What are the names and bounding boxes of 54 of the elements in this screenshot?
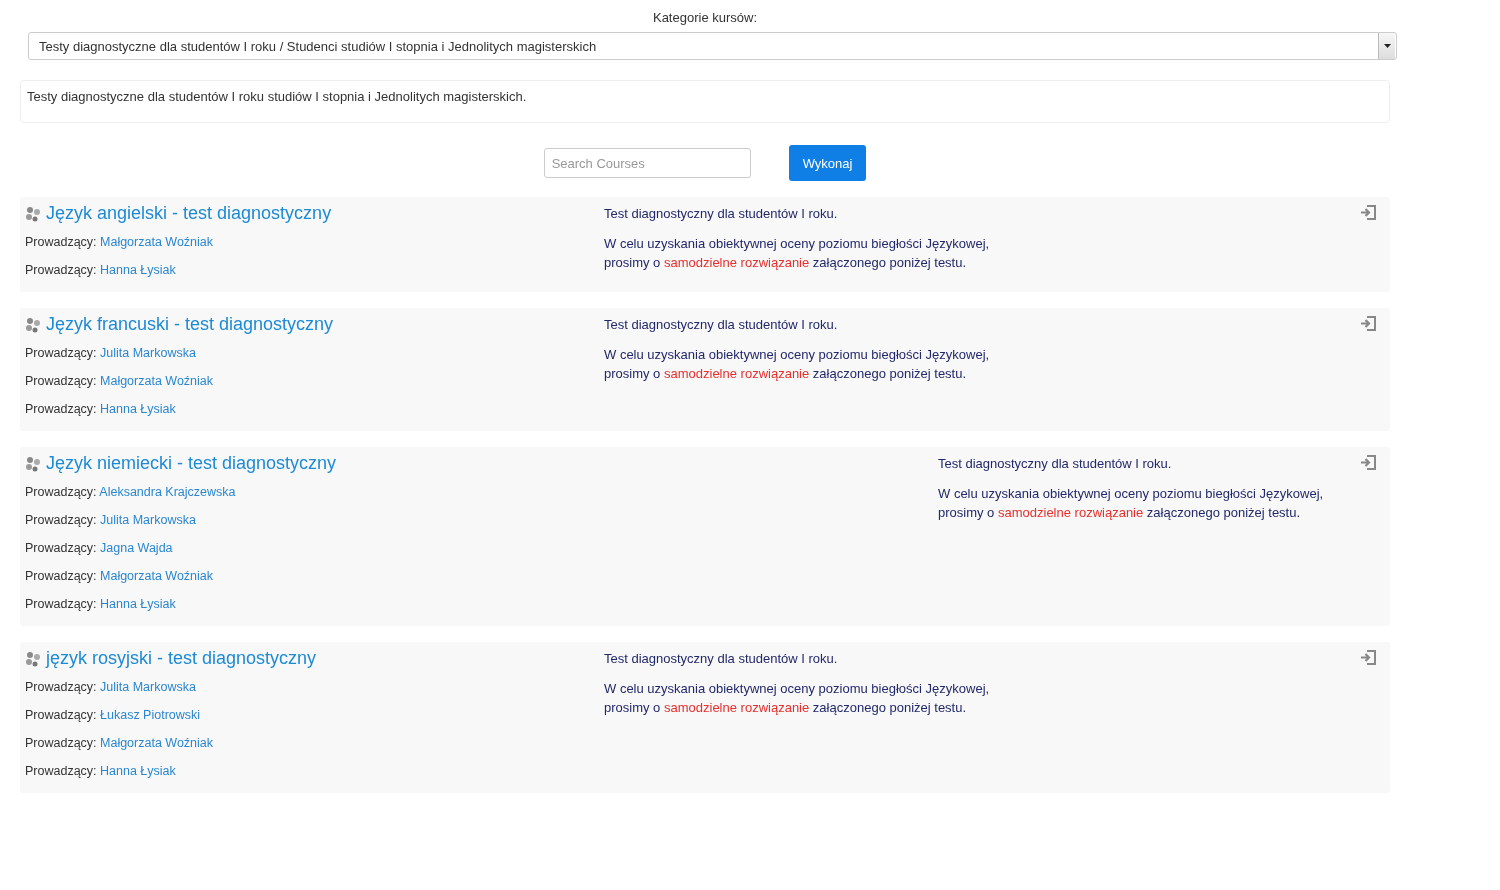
teacher-link[interactable]: Hanna Łysiak xyxy=(100,402,176,416)
course-title-link[interactable]: Język francuski - test diagnostyczny xyxy=(46,314,334,335)
category-label: Kategorie kursów: xyxy=(652,10,758,25)
teacher-line: Prowadzący: Aleksandra Krajczewska xyxy=(25,484,237,501)
teacher-line: Prowadzący: Małgorzata Woźniak xyxy=(25,735,215,752)
teacher-link[interactable]: Hanna Łysiak xyxy=(100,263,176,277)
teacher-link[interactable]: Hanna Łysiak xyxy=(100,597,176,611)
course-icon xyxy=(25,650,41,667)
teacher-link[interactable]: Aleksandra Krajczewska xyxy=(99,485,236,499)
teacher-link[interactable]: Łukasz Piotrowski xyxy=(100,708,201,722)
teacher-line: Prowadzący: Julita Markowska xyxy=(25,679,197,696)
teacher-link[interactable]: Małgorzata Woźniak xyxy=(100,736,214,750)
enrol-icon[interactable] xyxy=(1360,205,1377,220)
search-field[interactable]: Search Courses xyxy=(543,148,751,178)
course-title-link[interactable]: Język angielski - test diagnostyczny xyxy=(46,203,332,224)
teacher-line: Prowadzący: Jagna Wajda xyxy=(25,540,174,557)
teacher-link[interactable]: Julita Markowska xyxy=(100,513,196,527)
enrol-icon[interactable] xyxy=(1360,316,1377,331)
caret-icon xyxy=(1383,44,1391,48)
category-description: Testy diagnostyczne dla studentów I roku studiów I stopnia i Jednolitych magisterskich. xyxy=(27,89,528,104)
course-summary-text: W celu uzyskania obiektywnej oceny poziomu biegłości Językowej, prosimy o samodzielne rozwiązanie załączonego poniżej testu. xyxy=(604,346,991,383)
teacher-line: Prowadzący: Hanna Łysiak xyxy=(25,262,177,279)
course-icon xyxy=(25,205,41,222)
teacher-link[interactable]: Jagna Wajda xyxy=(100,541,173,555)
teacher-line: Prowadzący: Małgorzata Woźniak xyxy=(25,373,215,390)
course-summary-heading: Test diagnostyczny dla studentów I roku. xyxy=(604,316,839,334)
teacher-link[interactable]: Hanna Łysiak xyxy=(100,764,176,778)
teacher-link[interactable]: Julita Markowska xyxy=(100,346,196,360)
category-dropdown[interactable]: Testy diagnostyczne dla studentów I roku / Studenci studiów I stopnia i Jednolitych magisterskich xyxy=(28,32,1397,60)
course-summary-text: W celu uzyskania obiektywnej oceny poziomu biegłości Językowej, prosimy o samodzielne rozwiązanie załączonego poniżej testu. xyxy=(604,680,991,717)
teacher-line: Prowadzący: Hanna Łysiak xyxy=(25,401,177,418)
course-title-link[interactable]: język rosyjski - test diagnostyczny xyxy=(46,648,317,669)
course-title-link[interactable]: Język niemiecki - test diagnostyczny xyxy=(46,453,337,474)
course-summary-text: W celu uzyskania obiektywnej oceny poziomu biegłości Językowej, prosimy o samodzielne rozwiązanie załączonego poniżej testu. xyxy=(938,485,1325,522)
teacher-link[interactable]: Małgorzata Woźniak xyxy=(100,374,214,388)
teacher-line: Prowadzący: Julita Markowska xyxy=(25,512,197,529)
teacher-line: Prowadzący: Małgorzata Woźniak xyxy=(25,568,215,585)
teacher-link[interactable]: Julita Markowska xyxy=(100,680,196,694)
teacher-link[interactable]: Małgorzata Woźniak xyxy=(100,235,214,249)
teacher-line: Prowadzący: Łukasz Piotrowski xyxy=(25,707,202,724)
course-summary-heading: Test diagnostyczny dla studentów I roku. xyxy=(938,455,1173,473)
teacher-link[interactable]: Małgorzata Woźniak xyxy=(100,569,214,583)
course-summary-heading: Test diagnostyczny dla studentów I roku. xyxy=(604,650,839,668)
search-button[interactable]: Wykonaj xyxy=(788,145,867,181)
enrol-icon[interactable] xyxy=(1360,650,1377,665)
course-icon xyxy=(25,316,41,333)
course-summary-text: W celu uzyskania obiektywnej oceny poziomu biegłości Językowej, prosimy o samodzielne rozwiązanie załączonego poniżej testu. xyxy=(604,235,991,272)
course-summary-heading: Test diagnostyczny dla studentów I roku. xyxy=(604,205,839,223)
enrol-icon[interactable] xyxy=(1360,455,1377,470)
teacher-line: Prowadzący: Hanna Łysiak xyxy=(25,596,177,613)
teacher-line: Prowadzący: Małgorzata Woźniak xyxy=(25,234,215,251)
course-icon xyxy=(25,455,41,472)
teacher-line: Prowadzący: Hanna Łysiak xyxy=(25,763,177,780)
teacher-line: Prowadzący: Julita Markowska xyxy=(25,345,197,362)
